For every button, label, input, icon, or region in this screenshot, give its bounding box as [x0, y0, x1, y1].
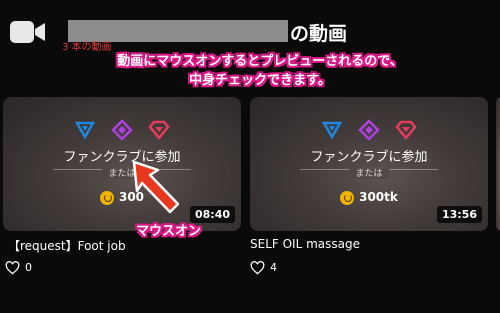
tier-red-icon — [148, 120, 170, 140]
page-title-suffix: の動画 — [290, 23, 348, 45]
mouse-on-label: マウスオン — [136, 224, 202, 239]
tier-purple-icon — [111, 119, 133, 141]
tier-icons — [3, 119, 241, 141]
callout-line-2: 中身チェックできます。 — [189, 73, 331, 88]
buy-price-button[interactable]: 300tk — [250, 190, 488, 205]
tier-red-icon — [395, 120, 417, 140]
video-card[interactable]: ファンクラブに参加 または 300tk 13:56 — [250, 97, 488, 231]
video-title-link[interactable]: 【request】Foot job — [8, 237, 126, 254]
cursor-arrow-icon — [132, 160, 180, 214]
annotation-callout: 動画にマウスオンするとプレビューされるので、 中身チェックできます。 — [80, 52, 440, 90]
callout-line-1: 動画にマウスオンするとプレビューされるので、 — [117, 54, 403, 69]
join-fanclub-button[interactable]: ファンクラブに参加 — [250, 146, 488, 165]
channel-header: の動画 3 本の動画 — [10, 8, 490, 58]
like-button[interactable]: 4 — [250, 261, 277, 275]
like-button[interactable]: 0 — [5, 261, 32, 275]
price-value: 300tk — [359, 190, 398, 204]
coin-icon — [340, 190, 355, 205]
video-title-link[interactable]: SELF OIL massage — [250, 237, 360, 251]
heart-icon — [5, 261, 20, 275]
video-card[interactable]: ファンクラブに参加 または 300 08:40 — [3, 97, 241, 231]
video-card-partial[interactable] — [496, 97, 500, 231]
tier-icons — [250, 119, 488, 141]
coin-icon — [99, 190, 114, 205]
tier-purple-icon — [358, 119, 380, 141]
tier-blue-icon — [321, 121, 343, 140]
or-label: または — [349, 169, 389, 179]
buy-price-button[interactable]: 300 — [3, 190, 241, 205]
tier-blue-icon — [74, 121, 96, 140]
camera-icon — [10, 21, 45, 43]
heart-icon — [250, 261, 265, 275]
like-count: 4 — [270, 261, 277, 274]
join-fanclub-button[interactable]: ファンクラブに参加 — [3, 146, 241, 165]
video-count: 3 本の動画 — [62, 42, 112, 53]
like-count: 0 — [25, 261, 32, 274]
video-duration: 13:56 — [436, 206, 482, 223]
